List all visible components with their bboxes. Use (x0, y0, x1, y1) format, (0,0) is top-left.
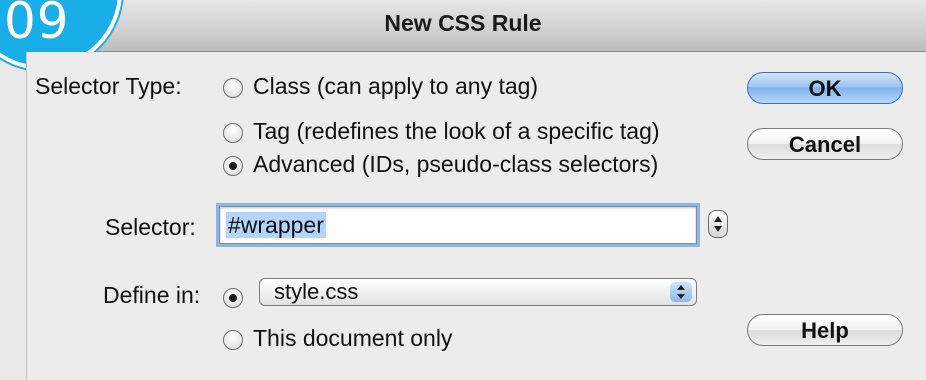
radio-tag[interactable] (223, 123, 243, 143)
selector-history-stepper[interactable] (708, 210, 728, 238)
help-button[interactable]: Help (747, 314, 903, 346)
radio-advanced-label[interactable]: Advanced (IDs, pseudo-class selectors) (253, 151, 658, 178)
ok-button[interactable]: OK (747, 72, 903, 104)
define-in-label: Define in: (103, 282, 201, 308)
title-bar: New CSS Rule (0, 0, 926, 52)
window-title: New CSS Rule (384, 10, 542, 36)
radio-define-in-file[interactable] (223, 288, 243, 308)
radio-this-document[interactable] (223, 330, 243, 350)
radio-class-label[interactable]: Class (can apply to any tag) (253, 73, 538, 100)
radio-advanced[interactable] (223, 156, 243, 176)
radio-class[interactable] (223, 78, 243, 98)
selector-label: Selector: (105, 214, 196, 240)
stylesheet-select[interactable]: style.css (259, 278, 697, 306)
select-arrows-icon (670, 282, 692, 302)
cancel-button[interactable]: Cancel (747, 128, 903, 160)
new-css-rule-dialog: Selector Type: Class (can apply to any t… (26, 52, 926, 380)
selector-type-label: Selector Type: (35, 73, 182, 99)
radio-this-document-label[interactable]: This document only (253, 325, 452, 352)
stylesheet-select-value: style.css (274, 279, 359, 304)
selector-value: #wrapper (226, 212, 326, 238)
step-number: 09 (4, 0, 70, 50)
selector-input[interactable]: #wrapper (219, 206, 697, 244)
radio-tag-label[interactable]: Tag (redefines the look of a specific ta… (253, 118, 660, 145)
